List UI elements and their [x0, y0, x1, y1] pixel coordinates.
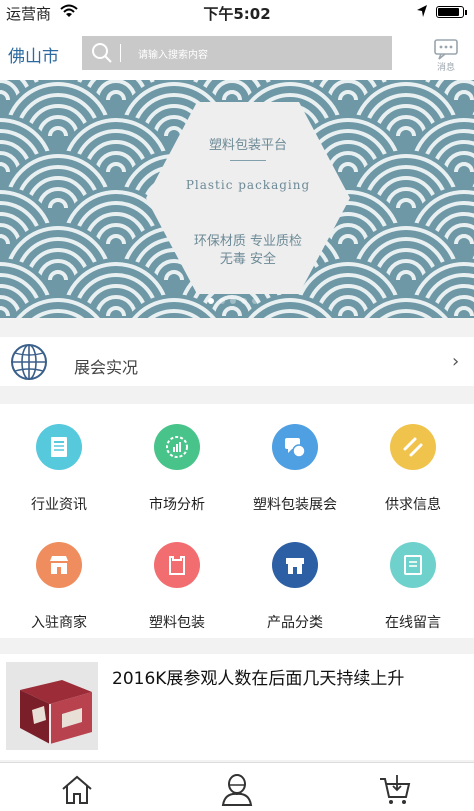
category-grid: 行业资讯 市场分析 塑料包装展会 供求信息 入驻商家 塑料包装 产品分类 在线留…	[0, 404, 474, 638]
bag-icon	[169, 556, 185, 575]
carousel-dot[interactable]	[219, 298, 225, 304]
globe-icon	[11, 344, 47, 380]
banner-features-2: 无毒 安全	[219, 252, 277, 267]
message-button[interactable]: 消息	[428, 38, 464, 73]
exchange-icon	[403, 437, 423, 457]
news-title: 2016K展参观人数在后面几天持续上升	[112, 669, 405, 689]
carousel-dot[interactable]	[252, 298, 258, 304]
expo-live-row[interactable]: 展会实况 ›	[0, 337, 474, 386]
category-icon-bg	[390, 424, 436, 470]
category-item-message[interactable]: 在线留言	[354, 522, 472, 632]
carousel-page-indicator[interactable]	[208, 298, 268, 306]
banner-divider	[230, 160, 266, 161]
category-item-market[interactable]: 市场分析	[118, 404, 236, 514]
category-label: 塑料包装展会	[253, 497, 337, 513]
bottom-tab-bar	[0, 762, 474, 811]
news-icon	[51, 437, 67, 457]
category-item-plastic[interactable]: 塑料包装	[118, 522, 236, 632]
category-label: 供求信息	[385, 497, 441, 513]
location-arrow-icon	[417, 5, 427, 17]
home-icon[interactable]	[60, 773, 94, 807]
shop-icon	[286, 558, 304, 574]
news-item[interactable]: 2016K展参观人数在后面几天持续上升	[0, 654, 474, 760]
store-icon	[50, 556, 68, 574]
chevron-right-icon: ›	[452, 351, 460, 372]
category-icon-bg	[272, 424, 318, 470]
category-label: 在线留言	[385, 615, 441, 631]
category-item-products[interactable]: 产品分类	[236, 522, 354, 632]
user-icon[interactable]	[220, 773, 254, 807]
search-icon	[92, 43, 112, 63]
category-icon-bg	[154, 424, 200, 470]
category-item-expo[interactable]: 塑料包装展会	[236, 404, 354, 514]
gift-box-image	[6, 662, 98, 750]
category-icon-bg	[36, 424, 82, 470]
chart-icon	[166, 436, 188, 458]
message-icon	[434, 39, 458, 60]
carousel-dot[interactable]	[208, 298, 214, 304]
category-item-news[interactable]: 行业资讯	[0, 404, 118, 514]
category-label: 市场分析	[149, 497, 205, 513]
carousel-dot[interactable]	[241, 298, 247, 304]
banner-title: 塑料包装平台	[208, 138, 287, 153]
category-label: 入驻商家	[31, 615, 87, 631]
top-header: 佛山市 请输入搜索内容 消息	[0, 24, 474, 80]
status-bar: 运营商 下午5:02	[0, 0, 474, 24]
category-label: 行业资讯	[31, 497, 87, 513]
banner-features-1: 环保材质 专业质检	[193, 234, 303, 249]
carousel-dot[interactable]	[230, 298, 236, 304]
category-label: 产品分类	[267, 615, 323, 631]
note-icon	[404, 555, 422, 575]
battery-icon	[436, 6, 467, 18]
category-icon-bg	[154, 542, 200, 588]
search-divider	[120, 44, 121, 62]
expo-label: 展会实况	[74, 358, 139, 377]
message-label: 消息	[436, 63, 455, 73]
category-icon-bg	[390, 542, 436, 588]
banner-subtitle: Plastic packaging	[185, 178, 311, 192]
cart-icon[interactable]	[378, 773, 412, 807]
chat-icon	[285, 438, 306, 458]
category-label: 塑料包装	[149, 615, 205, 631]
city-selector[interactable]: 佛山市	[8, 42, 59, 67]
category-icon-bg	[272, 542, 318, 588]
category-item-supply[interactable]: 供求信息	[354, 404, 472, 514]
clock: 下午5:02	[203, 5, 271, 23]
category-icon-bg	[36, 542, 82, 588]
search-input[interactable]: 请输入搜索内容	[138, 46, 208, 61]
category-item-merchants[interactable]: 入驻商家	[0, 522, 118, 632]
search-bar[interactable]: 请输入搜索内容	[82, 36, 392, 70]
